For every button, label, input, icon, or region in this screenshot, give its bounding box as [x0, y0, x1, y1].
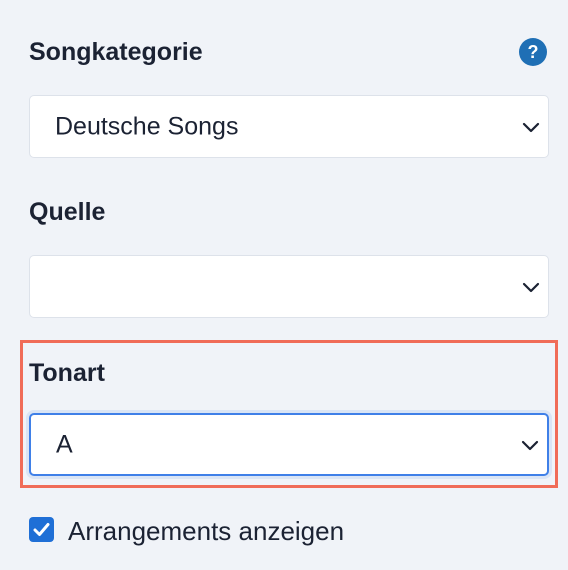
checkmark-icon	[33, 523, 50, 536]
chevron-down-icon	[522, 282, 540, 292]
category-label: Songkategorie	[29, 38, 203, 66]
category-select[interactable]: Deutsche Songs	[29, 95, 549, 158]
category-select-value: Deutsche Songs	[55, 112, 239, 140]
chevron-down-icon	[522, 122, 540, 132]
key-label: Tonart	[29, 359, 105, 387]
key-select-value: A	[56, 430, 73, 458]
show-arrangements-checkbox[interactable]	[29, 517, 54, 542]
key-select[interactable]: A	[29, 413, 549, 476]
chevron-down-icon	[521, 440, 539, 450]
source-label: Quelle	[29, 198, 106, 226]
source-select[interactable]	[29, 255, 549, 318]
question-icon[interactable]: ?	[519, 38, 547, 66]
show-arrangements-label[interactable]: Arrangements anzeigen	[68, 516, 344, 547]
